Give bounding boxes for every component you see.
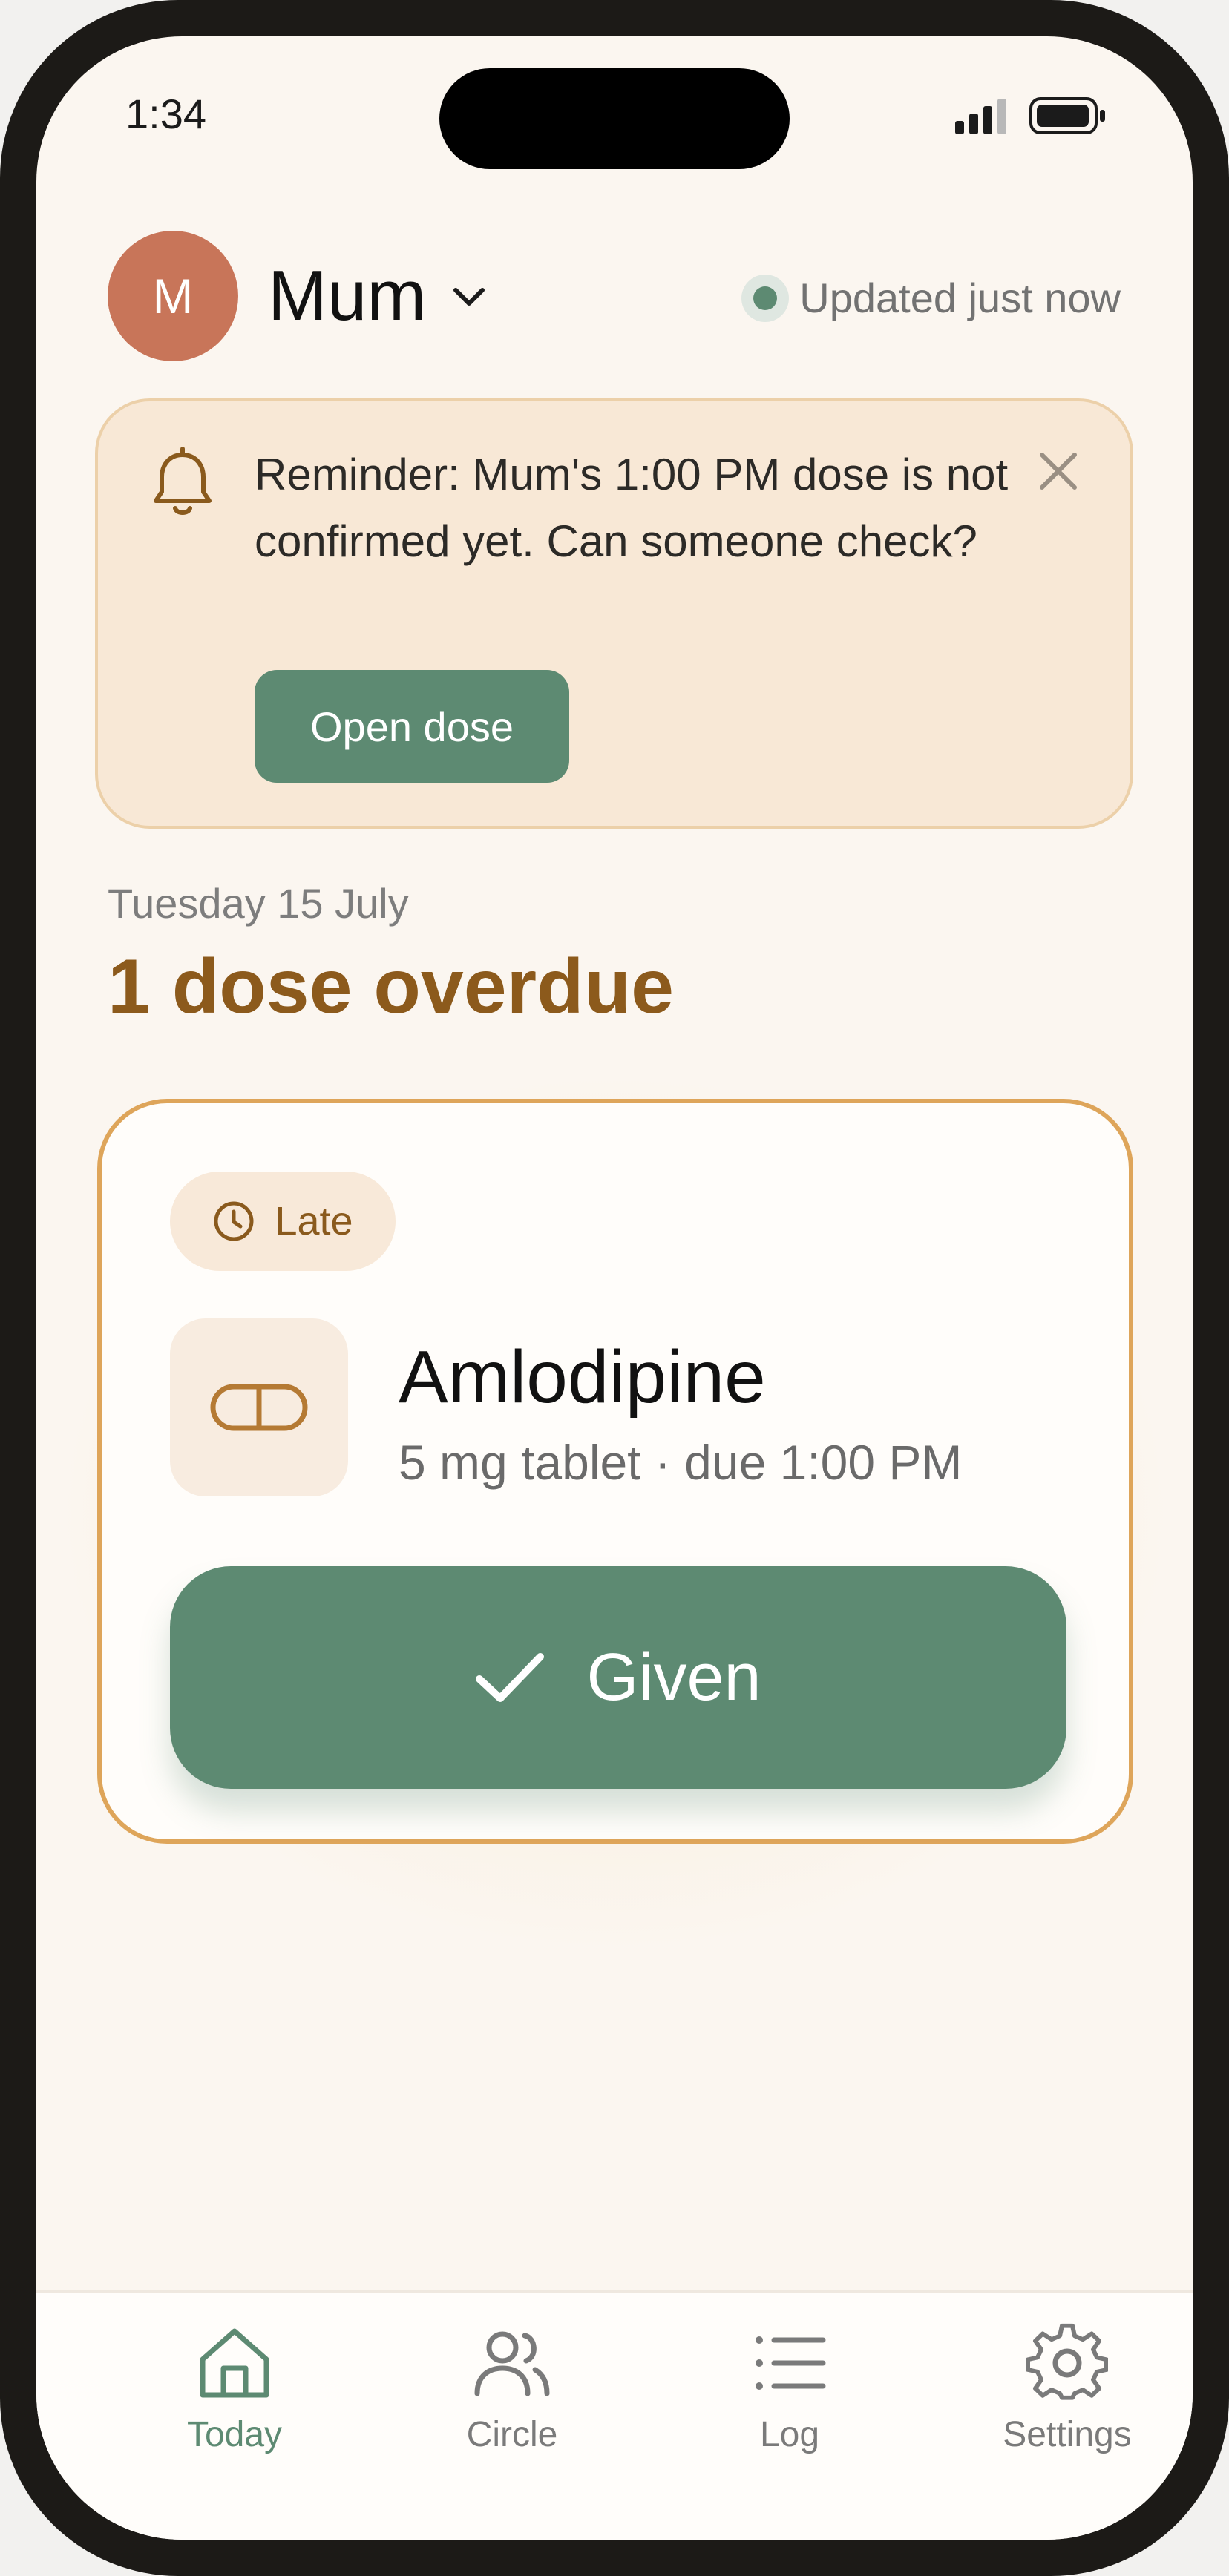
signal-icon bbox=[955, 99, 1006, 134]
home-icon bbox=[200, 2328, 269, 2398]
given-button-label: Given bbox=[586, 1640, 761, 1715]
person-selector[interactable]: Mum bbox=[268, 252, 490, 341]
tab-label: Today bbox=[186, 2415, 283, 2454]
medication-detail: 5 mg tablet · due 1:00 PM bbox=[399, 1435, 963, 1490]
reminder-text: Reminder: Mum's 1:00 PM dose is not conf… bbox=[255, 450, 1009, 566]
tab-settings[interactable]: Settings bbox=[956, 2293, 1179, 2478]
medication-name: Amlodipine bbox=[399, 1335, 766, 1419]
tab-today[interactable]: Today bbox=[123, 2293, 346, 2478]
pill-icon bbox=[210, 1384, 308, 1431]
dose-card: Late Amlodipine 5 mg tablet · due 1:00 P… bbox=[97, 1099, 1133, 1844]
close-icon[interactable] bbox=[1035, 447, 1082, 495]
phone-frame: 1:34 M Mum Updated just now Reminder: Mu… bbox=[0, 0, 1229, 2576]
current-date: Tuesday 15 July bbox=[108, 880, 409, 927]
pill-icon-tile bbox=[170, 1318, 348, 1496]
status-time: 1:34 bbox=[125, 91, 206, 137]
overdue-summary: 1 dose overdue bbox=[108, 944, 674, 1030]
sync-status: Updated just now bbox=[741, 274, 1121, 322]
open-dose-button[interactable]: Open dose bbox=[255, 670, 569, 783]
tab-circle[interactable]: Circle bbox=[401, 2293, 623, 2478]
bell-icon bbox=[154, 447, 212, 515]
app-screen: 1:34 M Mum Updated just now Reminder: Mu… bbox=[36, 36, 1193, 2540]
gear-icon bbox=[1026, 2323, 1108, 2400]
tab-label: Circle bbox=[466, 2415, 558, 2454]
reminder-banner: Reminder: Mum's 1:00 PM dose is not conf… bbox=[95, 398, 1133, 829]
sync-status-text: Updated just now bbox=[799, 275, 1121, 321]
people-icon bbox=[474, 2331, 550, 2396]
tab-label: Settings bbox=[1003, 2415, 1132, 2454]
avatar[interactable]: M bbox=[108, 231, 238, 361]
person-name: Mum bbox=[268, 256, 427, 335]
given-button[interactable]: Given bbox=[170, 1566, 1066, 1789]
dynamic-island bbox=[439, 68, 790, 169]
status-badge-label: Late bbox=[275, 1199, 353, 1243]
tab-log[interactable]: Log bbox=[678, 2293, 901, 2478]
tab-label: Log bbox=[759, 2415, 820, 2454]
tab-bar: Today Circle Log Settings bbox=[36, 2290, 1193, 2540]
status-badge: Late bbox=[170, 1172, 396, 1271]
live-dot-icon bbox=[741, 274, 790, 322]
clock-icon bbox=[214, 1201, 254, 1241]
check-icon bbox=[476, 1653, 545, 1702]
list-icon bbox=[756, 2336, 826, 2390]
chevron-down-icon bbox=[453, 288, 485, 306]
battery-icon bbox=[1029, 97, 1105, 134]
